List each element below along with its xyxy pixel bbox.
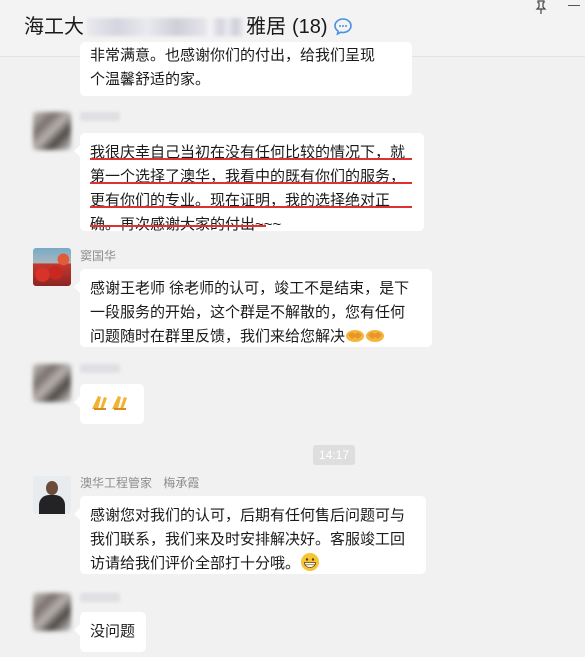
avatar[interactable]: [33, 364, 71, 402]
chat-title-suffix: 雅居: [246, 16, 286, 38]
chat-bubble-icon[interactable]: [332, 16, 354, 38]
handshake-emoji-icon: [366, 330, 385, 342]
avatar[interactable]: [33, 112, 71, 150]
avatar[interactable]: [33, 476, 71, 514]
message-line: 我们联系，我们来及时安排解决好。客服竣工回: [90, 531, 406, 548]
pin-icon[interactable]: [534, 0, 548, 14]
message-bubble[interactable]: 感谢王老师 徐老师的认可，竣工不是结束，是下 一段服务的开始，这个群是不解散的，…: [74, 269, 432, 349]
message-line: 个温馨舒适的家。: [90, 71, 211, 88]
message-line: 一段服务的开始，这个群是不解散的，您有任何: [90, 304, 406, 321]
handshake-emoji-icon: [346, 330, 365, 342]
avatar[interactable]: [33, 248, 71, 286]
sender-name-blurred: [80, 364, 120, 373]
sender-name: 澳华工程管家 梅承霞: [80, 474, 199, 491]
message-line: 问题随时在群里反馈，我们来给您解决: [90, 325, 422, 349]
red-underline: [90, 225, 266, 227]
blurred-title-segment: [213, 18, 243, 36]
message-line: 我很庆幸自己当初在没有任何比较的情况下，就: [90, 144, 406, 161]
grin-emoji-icon: [301, 553, 320, 571]
clap-hands-emoji-icon: [112, 396, 127, 410]
avatar[interactable]: [33, 593, 71, 631]
message-text: 访请给我们评价全部打十分哦。: [90, 555, 301, 572]
message-line: 感谢您对我们的认可，后期有任何售后问题可与: [90, 507, 406, 524]
clap-hands-emoji-icon: [92, 396, 107, 410]
message-line: 第一个选择了澳华，我看中的既有你们的服务，: [90, 168, 406, 185]
avatar-head: [46, 481, 58, 495]
chat-title-prefix: 海工大: [24, 16, 84, 38]
sender-name: 窦国华: [80, 249, 117, 263]
message-bubble[interactable]: [74, 384, 144, 424]
message-line: 没问题: [90, 623, 136, 640]
sender-name-blurred: [80, 593, 120, 602]
message-bubble[interactable]: 没问题: [74, 612, 146, 652]
message-bubble[interactable]: 非常满意。也感谢你们的付出，给我们呈现 个温馨舒适的家。: [80, 42, 412, 96]
message-line: 感谢王老师 徐老师的认可，竣工不是结束，是下: [90, 280, 410, 297]
red-underline: [90, 206, 412, 208]
member-count: (18): [292, 16, 328, 38]
message-text: 问题随时在群里反馈，我们来给您解决: [90, 328, 346, 345]
message-bubble[interactable]: 感谢您对我们的认可，后期有任何售后问题可与 我们联系，我们来及时安排解决好。客服…: [74, 496, 426, 576]
timestamp: 14:17: [313, 445, 355, 465]
message-line: 访请给我们评价全部打十分哦。: [90, 552, 416, 576]
chat-title[interactable]: 海工大 雅居 (18): [24, 14, 354, 40]
blurred-title-segment: [87, 18, 207, 36]
avatar-body: [39, 495, 65, 514]
sender-name-blurred: [80, 112, 120, 121]
sender-group-name: 澳华工程管家: [80, 476, 153, 490]
message-line: 更有你们的专业。现在证明，我的选择绝对正: [90, 192, 391, 209]
sender-nickname: 梅承霞: [163, 476, 200, 490]
red-underline: [90, 158, 412, 160]
minimize-icon[interactable]: [568, 5, 580, 6]
red-underline: [90, 182, 412, 184]
message-line: 非常满意。也感谢你们的付出，给我们呈现: [90, 47, 376, 64]
